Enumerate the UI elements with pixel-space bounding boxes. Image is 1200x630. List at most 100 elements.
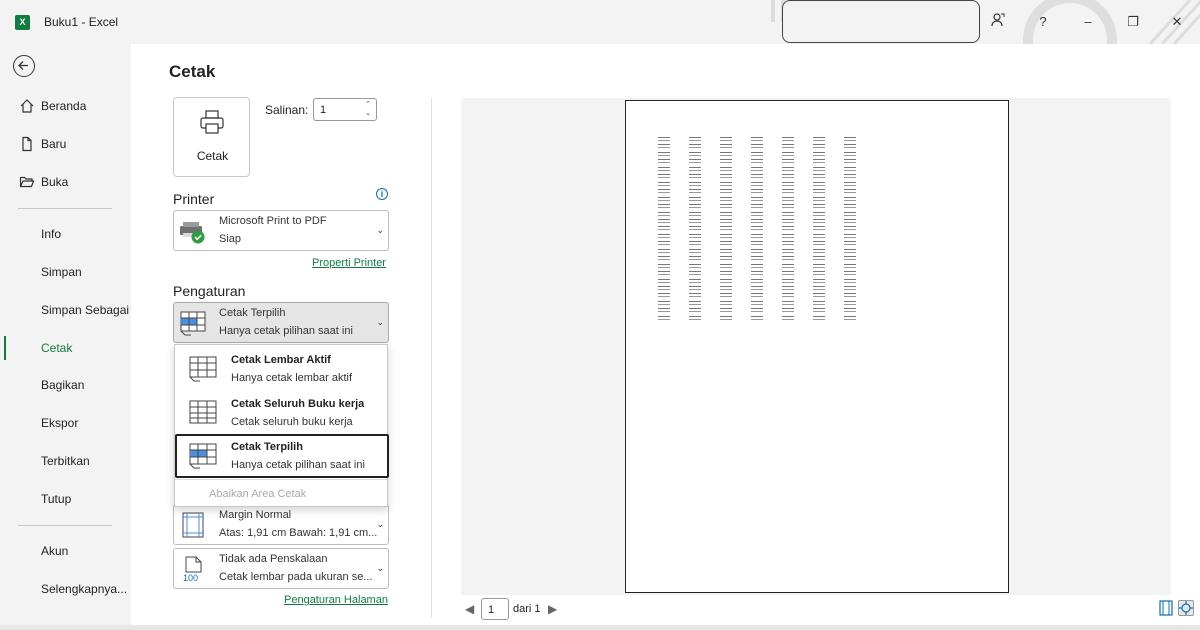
coauthoring-icon[interactable] xyxy=(988,12,1008,32)
preview-cell xyxy=(720,211,732,216)
print-what-dropdown[interactable]: Cetak Terpilih Hanya cetak pilihan saat … xyxy=(173,302,389,343)
margins-subtitle: Atas: 1,91 cm Bawah: 1,91 cm... xyxy=(219,527,378,539)
previous-page-button[interactable]: ◀ xyxy=(465,602,474,616)
preview-cell xyxy=(751,256,763,261)
preview-cell xyxy=(813,204,825,209)
printer-dropdown[interactable]: Microsoft Print to PDF Siap ⌄ xyxy=(173,210,389,251)
preview-cell xyxy=(782,248,794,253)
copies-stepper[interactable]: 1 ⌃ ⌄ xyxy=(313,98,377,121)
preview-cell xyxy=(658,248,670,253)
preview-cell xyxy=(813,300,825,305)
nav-item-simpan[interactable]: Simpan xyxy=(0,257,131,287)
preview-cell xyxy=(751,204,763,209)
nav-item-bagikan[interactable]: Bagikan xyxy=(0,370,131,400)
preview-cell xyxy=(813,241,825,246)
preview-cell xyxy=(658,256,670,261)
preview-cell xyxy=(689,278,701,283)
back-button[interactable] xyxy=(13,55,35,77)
preview-cell xyxy=(751,166,763,171)
preview-cell xyxy=(658,174,670,179)
menu-item-entire-workbook[interactable]: Cetak Seluruh Buku kerja Cetak seluruh b… xyxy=(175,391,389,435)
preview-cell xyxy=(813,166,825,171)
nav-item-label: Beranda xyxy=(41,99,87,113)
minimize-button[interactable]: – xyxy=(1078,12,1098,32)
menu-item-active-sheet[interactable]: Cetak Lembar Aktif Hanya cetak lembar ak… xyxy=(175,347,389,391)
margins-dropdown[interactable]: Margin Normal Atas: 1,91 cm Bawah: 1,91 … xyxy=(173,504,389,545)
preview-cell xyxy=(782,144,794,149)
scaling-icon-text: 100 xyxy=(183,573,199,583)
preview-cell xyxy=(689,181,701,186)
printer-properties-link[interactable]: Properti Printer xyxy=(312,257,386,269)
preview-cell xyxy=(689,300,701,305)
preview-cell xyxy=(658,144,670,149)
preview-cell xyxy=(720,174,732,179)
preview-cell xyxy=(689,166,701,171)
preview-cell xyxy=(844,256,856,261)
workbook-icon xyxy=(189,400,217,424)
preview-cell xyxy=(658,278,670,283)
nav-item-label: Tutup xyxy=(41,492,72,506)
nav-item-selengkapnya[interactable]: Selengkapnya... xyxy=(0,574,131,604)
next-page-button[interactable]: ▶ xyxy=(548,602,557,616)
nav-divider xyxy=(18,208,112,209)
preview-cell xyxy=(782,181,794,186)
preview-cell xyxy=(751,315,763,320)
nav-item-info[interactable]: Info xyxy=(0,219,131,249)
preview-cell xyxy=(658,233,670,238)
nav-item-buka[interactable]: Buka xyxy=(0,167,131,197)
preview-cell xyxy=(689,137,701,141)
info-icon[interactable]: i xyxy=(376,188,388,200)
nav-item-tutup[interactable]: Tutup xyxy=(0,484,131,514)
preview-cell xyxy=(751,181,763,186)
preview-cell xyxy=(751,233,763,238)
show-margins-button[interactable] xyxy=(1158,600,1174,616)
preview-cell xyxy=(813,256,825,261)
menu-item-print-selection[interactable]: Cetak Terpilih Hanya cetak pilihan saat … xyxy=(175,434,389,478)
help-button[interactable]: ? xyxy=(1033,12,1053,32)
page-setup-link[interactable]: Pengaturan Halaman xyxy=(284,594,388,606)
preview-cell xyxy=(844,248,856,253)
restore-button[interactable]: ❐ xyxy=(1123,12,1143,32)
preview-cell xyxy=(751,308,763,313)
preview-cell xyxy=(720,286,732,290)
preview-cell xyxy=(813,271,825,276)
nav-item-baru[interactable]: Baru xyxy=(0,129,131,159)
preview-cell xyxy=(782,204,794,209)
preview-cell xyxy=(658,159,670,164)
preview-cell xyxy=(751,174,763,179)
page-number-value: 1 xyxy=(488,604,495,616)
preview-cell xyxy=(782,286,794,290)
nav-item-simpan-sebagai[interactable]: Simpan Sebagai xyxy=(0,295,131,325)
menu-item-title: Cetak Terpilih xyxy=(231,441,303,453)
page-number-input[interactable]: 1 xyxy=(481,598,509,620)
preview-cell xyxy=(658,196,670,201)
preview-cell xyxy=(751,137,763,141)
preview-cell xyxy=(782,271,794,276)
preview-cell xyxy=(844,241,856,246)
preview-cell xyxy=(720,181,732,186)
chevron-down-icon: ⌄ xyxy=(376,317,384,327)
preview-cell xyxy=(751,278,763,283)
print-button[interactable]: Cetak xyxy=(173,97,250,177)
nav-item-akun[interactable]: Akun xyxy=(0,536,131,566)
nav-item-terbitkan[interactable]: Terbitkan xyxy=(0,446,131,476)
preview-cell xyxy=(689,233,701,238)
preview-cell xyxy=(813,248,825,253)
close-button[interactable]: ✕ xyxy=(1167,12,1187,32)
nav-item-ekspor[interactable]: Ekspor xyxy=(0,408,131,438)
printer-status: Siap xyxy=(219,233,242,245)
preview-cell xyxy=(782,263,794,268)
preview-cell xyxy=(813,196,825,201)
spin-arrows-icon[interactable]: ⌃ ⌄ xyxy=(365,100,371,118)
preview-cell xyxy=(720,151,732,156)
preview-cell xyxy=(720,300,732,305)
preview-cell xyxy=(751,248,763,253)
nav-item-cetak[interactable]: Cetak xyxy=(0,333,131,363)
preview-cell xyxy=(844,174,856,179)
scaling-dropdown[interactable]: 100 Tidak ada Penskalaan Cetak lembar pa… xyxy=(173,548,389,589)
nav-item-beranda[interactable]: Beranda xyxy=(0,91,131,121)
search-box[interactable] xyxy=(782,0,980,43)
nav-item-label: Terbitkan xyxy=(41,454,90,468)
preview-cell xyxy=(844,181,856,186)
zoom-to-page-button[interactable] xyxy=(1178,600,1194,616)
